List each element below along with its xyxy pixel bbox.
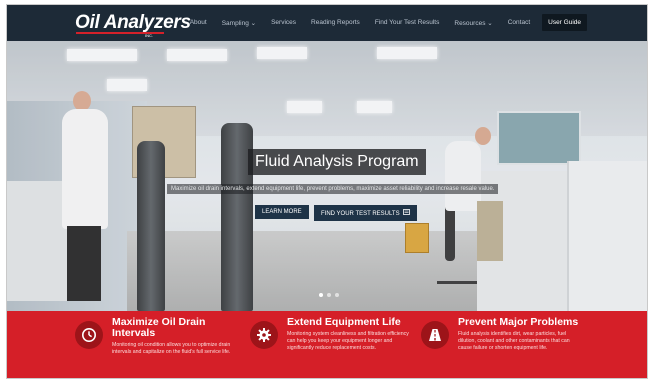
nav-find-results[interactable]: Find Your Test Results bbox=[375, 19, 440, 26]
learn-more-button[interactable]: LEARN MORE bbox=[255, 205, 309, 219]
hero-title: Fluid Analysis Program bbox=[248, 149, 426, 175]
feature-title: Prevent Major Problems bbox=[458, 316, 579, 328]
feature-description: Monitoring system cleanliness and filtra… bbox=[287, 331, 409, 351]
chevron-down-icon: ⌄ bbox=[250, 19, 257, 27]
site-logo[interactable]: Oil Analyzers bbox=[75, 12, 191, 34]
road-icon bbox=[421, 321, 449, 349]
clock-icon bbox=[75, 321, 103, 349]
main-nav: About Sampling ⌄ Services Reading Report… bbox=[175, 14, 587, 31]
hero-slider: Fluid Analysis Program Maximize oil drai… bbox=[7, 41, 647, 311]
site-header: Oil Analyzers INC. About Sampling ⌄ Serv… bbox=[7, 5, 647, 41]
nav-contact[interactable]: Contact bbox=[508, 19, 530, 26]
find-test-results-label: FIND YOUR TEST RESULTS bbox=[321, 211, 400, 217]
nav-resources[interactable]: Resources ⌄ bbox=[454, 19, 492, 27]
feature-extend-life: Extend Equipment Life Monitoring system … bbox=[250, 317, 412, 352]
nav-sampling-label: Sampling bbox=[221, 19, 249, 27]
chevron-down-icon: ⌄ bbox=[487, 19, 493, 27]
slider-dot[interactable] bbox=[319, 293, 323, 297]
feature-description: Monitoring oil condition allows you to o… bbox=[112, 342, 231, 355]
feature-prevent-problems: Prevent Major Problems Fluid analysis id… bbox=[421, 317, 583, 352]
feature-title: Extend Equipment Life bbox=[287, 316, 401, 328]
slider-dots bbox=[317, 293, 341, 297]
feature-maximize-oil: Maximize Oil Drain Intervals Monitoring … bbox=[75, 317, 237, 356]
hero-overlay bbox=[7, 41, 647, 311]
feature-title: Maximize Oil Drain Intervals bbox=[112, 316, 206, 339]
features-band: Maximize Oil Drain Intervals Monitoring … bbox=[7, 311, 647, 378]
nav-sampling[interactable]: Sampling ⌄ bbox=[222, 19, 256, 27]
nav-reading-reports[interactable]: Reading Reports bbox=[311, 19, 360, 26]
nav-resources-label: Resources bbox=[454, 19, 486, 27]
document-icon bbox=[402, 209, 410, 217]
slider-dot[interactable] bbox=[335, 293, 339, 297]
gear-icon bbox=[250, 321, 278, 349]
nav-services[interactable]: Services bbox=[271, 19, 296, 26]
hero-subtitle: Maximize oil drain intervals, extend equ… bbox=[167, 184, 499, 194]
browser-viewport: Oil Analyzers INC. About Sampling ⌄ Serv… bbox=[6, 4, 648, 379]
feature-description: Fluid analysis identifies dirt, wear par… bbox=[458, 331, 570, 351]
slider-dot[interactable] bbox=[327, 293, 331, 297]
find-test-results-button[interactable]: FIND YOUR TEST RESULTS bbox=[314, 205, 417, 221]
nav-about[interactable]: About bbox=[190, 19, 207, 26]
user-guide-button[interactable]: User Guide bbox=[542, 14, 587, 31]
logo-sub: INC. bbox=[145, 33, 153, 38]
